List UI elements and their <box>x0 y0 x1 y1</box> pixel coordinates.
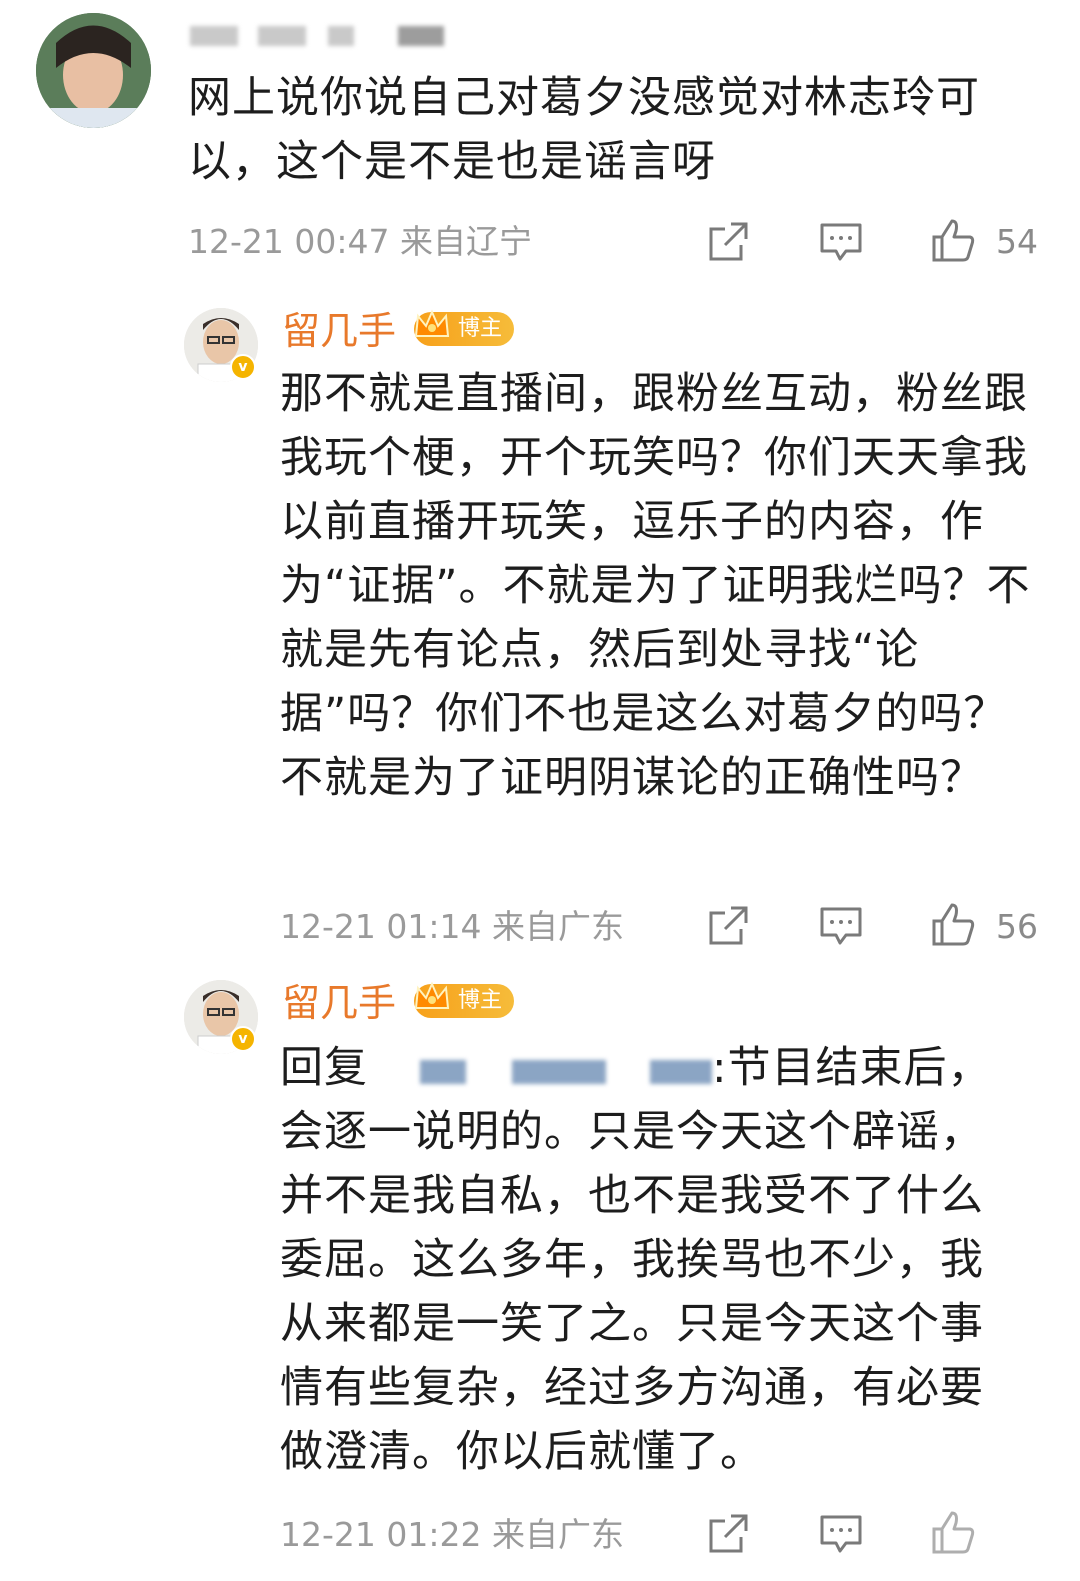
share-icon[interactable] <box>705 903 751 949</box>
comment-icon[interactable] <box>818 1511 864 1557</box>
commenter-avatar[interactable] <box>36 13 151 128</box>
share-icon[interactable] <box>705 1511 751 1557</box>
crown-icon <box>414 981 450 1009</box>
thumbs-up-icon[interactable] <box>930 217 976 263</box>
reply-tail: :节目结束后， <box>712 1043 992 1093</box>
like-count: 54 <box>996 222 1038 261</box>
blurred-username <box>190 26 238 46</box>
crown-icon <box>414 309 450 337</box>
blogger-badge: 博主 <box>414 309 515 346</box>
blogger-badge: 博主 <box>414 981 515 1018</box>
badge-label: 博主 <box>458 988 503 1013</box>
blurred-username <box>650 1060 712 1084</box>
reply-prefix: 回复 <box>280 1043 368 1093</box>
reply-text: 会逐一说明的。只是今天这个辟谣，并不是我自私，也不是我受不了什么委屈。这么多年，… <box>280 1107 984 1477</box>
author-name[interactable]: 留几手 <box>282 981 396 1025</box>
comment-text: 网上说你说自己对葛夕没感觉对林志玲可以，这个是不是也是谣言呀 <box>188 73 980 187</box>
author-name[interactable]: 留几手 <box>282 309 396 353</box>
share-icon[interactable] <box>705 219 751 265</box>
like-count: 56 <box>996 907 1038 946</box>
thumbs-up-icon[interactable] <box>930 1509 976 1555</box>
location: 来自广东 <box>491 1515 624 1554</box>
blurred-username <box>512 1060 606 1084</box>
verified-icon: v <box>230 1026 256 1052</box>
reply-timestamp: 12-21 01:22 来自广东 <box>280 1515 624 1555</box>
thumbs-up-icon[interactable] <box>930 901 976 947</box>
timestamp: 12-21 01:14 <box>280 907 482 946</box>
blurred-username <box>258 26 306 46</box>
timestamp: 12-21 01:22 <box>280 1515 482 1554</box>
location: 来自广东 <box>491 907 624 946</box>
timestamp: 12-21 00:47 <box>188 222 390 261</box>
badge-label: 博主 <box>458 316 503 341</box>
reply-timestamp: 12-21 01:14 来自广东 <box>280 907 624 947</box>
reply-text: 那不就是直播间，跟粉丝互动，粉丝跟我玩个梗，开个玩笑吗？你们天天拿我以前直播开玩… <box>280 369 1031 803</box>
comment-icon[interactable] <box>818 903 864 949</box>
verified-icon: v <box>230 354 256 380</box>
location: 来自辽宁 <box>399 222 532 261</box>
blurred-username <box>398 26 444 46</box>
blurred-username <box>328 26 354 46</box>
comment-icon[interactable] <box>818 219 864 265</box>
blurred-username <box>420 1060 466 1084</box>
comment-timestamp: 12-21 00:47 来自辽宁 <box>188 222 532 262</box>
